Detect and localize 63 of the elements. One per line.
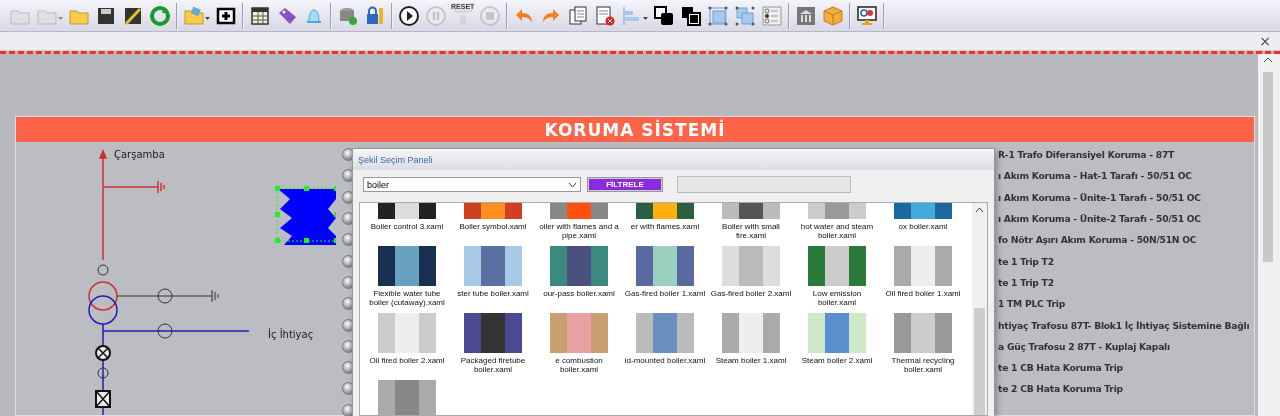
shape-file-name: oiler with flames and a pipe.xaml (538, 222, 620, 240)
scrollbar-thumb[interactable] (1263, 72, 1273, 262)
boiler-thumbnail[interactable] (378, 313, 436, 353)
shape-file-name: ox boiler.xaml (897, 222, 949, 231)
shape-file-name: Thermal recycling boiler.xaml (890, 356, 956, 374)
protection-label: R-1 Trafo Diferansiyel Koruma - 87T (998, 149, 1175, 161)
scrollbar[interactable] (972, 203, 987, 415)
boiler-thumbnail[interactable] (550, 246, 608, 286)
protection-label: ı Akım Koruma - Ünite-2 Tarafı - 50/51 OC (998, 213, 1201, 225)
boiler-thumbnail[interactable] (636, 313, 694, 353)
shape-file-name: er with flames.xaml (629, 222, 701, 231)
scrollbar[interactable] (1258, 54, 1280, 416)
shape-file-name: Gas-fired boiler 1.xaml (623, 289, 707, 298)
boiler-thumbnail[interactable] (722, 313, 780, 353)
protection-label: 1 TM PLC Trip (998, 298, 1065, 310)
filter-dropdown[interactable]: boiler (363, 177, 581, 192)
boiler-thumbnail[interactable] (378, 380, 436, 415)
protection-label: htiyaç Trafosu 87T- Blok1 İç İhtiyaç Sistemine Bağlı (998, 319, 1250, 331)
shape-file-name: Boiler control 3.xaml (369, 222, 445, 231)
close-button[interactable]: × (1259, 34, 1271, 48)
protection-label: te 1 Trip T2 (998, 255, 1054, 267)
shape-file-name: Packaged firetube boiler.xaml (459, 356, 527, 374)
boiler-thumbnail[interactable] (808, 246, 866, 286)
boiler-thumbnail[interactable] (550, 313, 608, 353)
jagged-shape (278, 189, 336, 245)
shape-file-name: Low emission boiler.xaml (811, 289, 863, 307)
shape-file-name: e combustion boiler.xaml (554, 356, 604, 374)
boiler-thumbnail[interactable] (464, 246, 522, 286)
protection-label: te 1 Trip T2 (998, 276, 1054, 288)
chevron-up-icon[interactable] (975, 207, 984, 213)
boiler-thumbnail[interactable] (894, 246, 952, 286)
protection-label: te 2 CB Hata Koruma Trip (998, 383, 1123, 395)
protection-label: fo Nötr Aşırı Akım Koruma - 50N/51N OC (998, 234, 1197, 246)
shape-file-name: our-pass boiler.xaml (542, 289, 616, 298)
boiler-thumbnail[interactable] (636, 246, 694, 286)
boiler-thumbnail[interactable] (464, 313, 522, 353)
boiler-thumbnail[interactable] (894, 313, 952, 353)
shape-file-name: Flexible water tube boiler (cutaway).xaml (368, 289, 446, 307)
chevron-up-icon[interactable] (1263, 56, 1273, 64)
shape-file-name: Steam boiler 1.xaml (714, 356, 788, 365)
diagram-label: Çarşamba (114, 149, 165, 160)
panel-title: KORUMA SİSTEMİ (16, 117, 1254, 142)
shape-file-name: Gas-fired boiler 2.xaml (709, 289, 793, 298)
boiler-thumbnail[interactable] (808, 313, 866, 353)
dialog-title: Şekil Seçim Paneli (353, 149, 994, 170)
shape-file-name: hot water and steam boiler.xaml (799, 222, 875, 240)
protection-label: ı Akım Koruma - Ünite-1 Tarafı - 50/51 OC (998, 191, 1201, 203)
boiler-thumbnail[interactable] (378, 246, 436, 286)
shape-file-name: Oil fired boiler 1.xaml (884, 289, 962, 298)
shape-file-name: Steam boiler 2.xaml (800, 356, 874, 365)
protection-label: ı Akım Koruma - Hat-1 Tarafı - 50/51 OC (998, 170, 1192, 182)
filter-button[interactable]: FİLTRELE (588, 178, 662, 191)
protection-label: te 1 CB Hata Koruma Trip (998, 362, 1123, 374)
shape-file-name: ster tube boiler.xaml (456, 289, 530, 298)
diagram-label: İç İhtiyaç (268, 329, 314, 340)
shape-file-name: Boiler with small fire.xaml (721, 222, 781, 240)
chevron-down-icon (568, 181, 577, 188)
protection-label: a Güç Trafosu 2 87T - Kuplaj Kapalı (998, 340, 1170, 352)
shape-file-name: Oil fired boiler 2.xaml (368, 356, 446, 365)
shape-file-name: Boiler symbol.xaml (458, 222, 528, 231)
boiler-thumbnail[interactable] (722, 246, 780, 286)
selection-handles[interactable] (275, 186, 336, 243)
shape-file-name: id-mounted boiler.xaml (623, 356, 707, 365)
